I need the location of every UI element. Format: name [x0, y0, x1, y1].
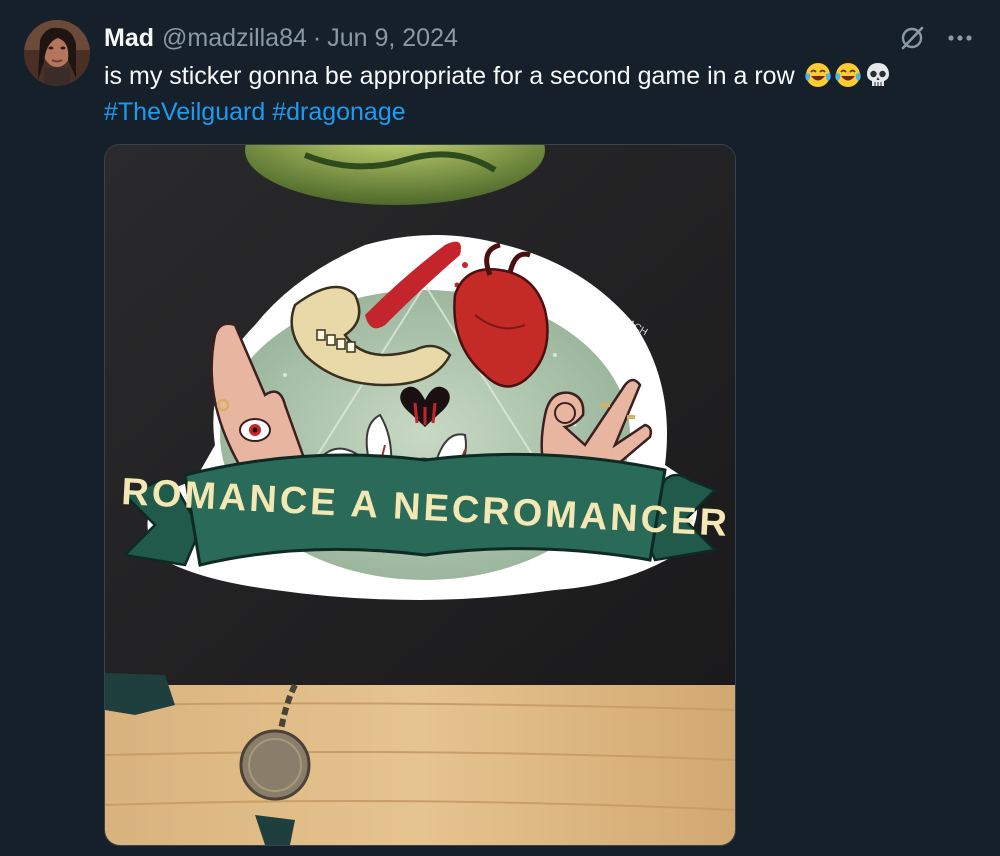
post-date[interactable]: Jun 9, 2024 [327, 24, 458, 53]
face-with-tears-of-joy-icon [804, 63, 831, 87]
more-options-button[interactable] [940, 22, 980, 54]
tweet-header: Mad @madzilla84 · Jun 9, 2024 [104, 22, 880, 54]
avatar-image [24, 20, 90, 86]
skull-icon [866, 63, 889, 86]
avatar[interactable] [24, 20, 90, 86]
sticker-photo: ROMANCE A NECROMANCER ELDRITCH RACH [105, 145, 735, 845]
tweet-body: is my sticker gonna be appropriate for a… [104, 62, 795, 90]
tweet-media-photo[interactable]: ROMANCE A NECROMANCER ELDRITCH RACH [104, 144, 736, 846]
tweet-text: is my sticker gonna be appropriate for a… [104, 58, 960, 130]
face-with-tears-of-joy-icon [834, 63, 861, 87]
hashtag-dragonage[interactable]: #dragonage [272, 98, 405, 126]
tweet-card[interactable]: Mad @madzilla84 · Jun 9, 2024 is my stic… [0, 0, 1000, 856]
user-handle[interactable]: @madzilla84 [162, 24, 307, 53]
hashtag-theveilguard[interactable]: #TheVeilguard [104, 98, 265, 126]
separator-dot: · [312, 23, 322, 52]
more-icon [948, 35, 972, 41]
display-name[interactable]: Mad [104, 24, 154, 53]
grok-button[interactable] [896, 22, 928, 54]
grok-icon [901, 26, 924, 50]
